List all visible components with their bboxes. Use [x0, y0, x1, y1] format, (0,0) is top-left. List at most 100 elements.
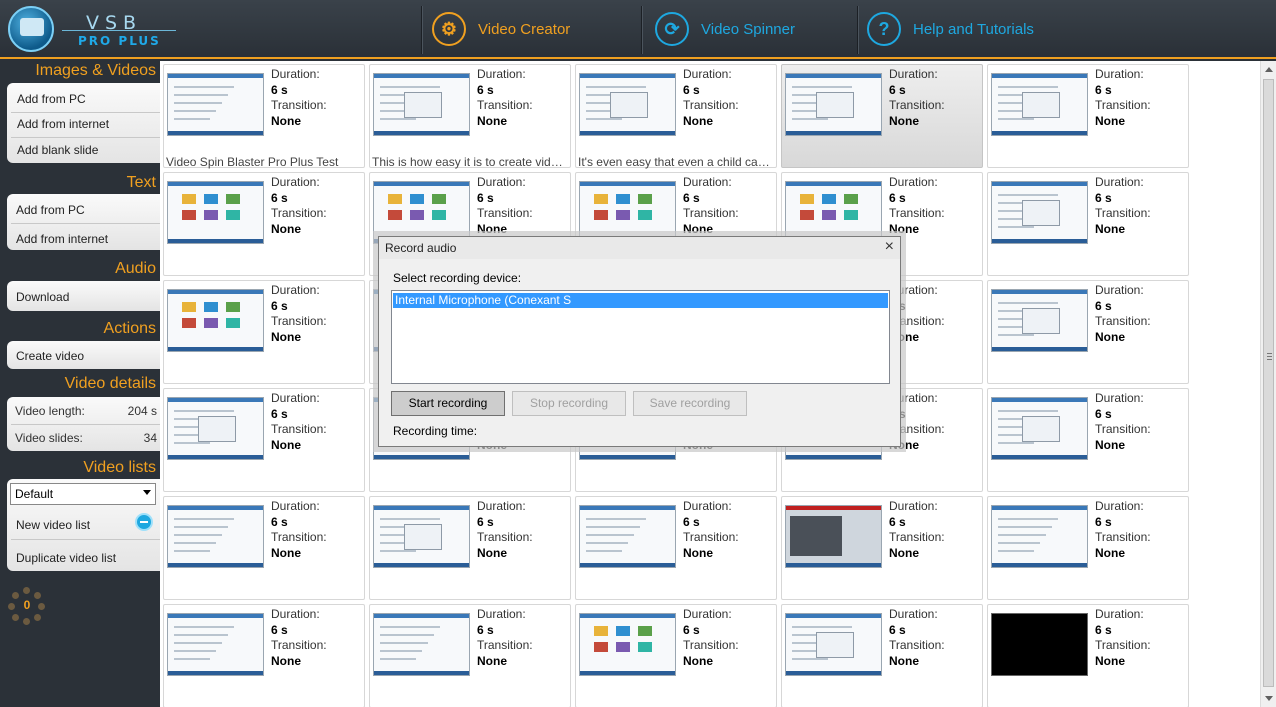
transition-label: Transition: [889, 98, 945, 112]
transition-label: Transition: [271, 638, 327, 652]
transition-label: Transition: [889, 638, 945, 652]
slide-tile[interactable]: Duration: 6 sTransition: None [987, 172, 1189, 276]
slide-thumbnail [991, 613, 1088, 676]
transition-value: None [889, 654, 919, 668]
transition-value: None [477, 222, 507, 236]
slide-thumbnail [167, 505, 264, 568]
text-add-from-pc-button[interactable]: Add from PC [16, 203, 85, 217]
record-audio-dialog: Record audio × Select recording device: … [378, 236, 901, 447]
audio-button-group: Download [7, 281, 161, 311]
section-title-text: Text [126, 174, 156, 191]
transition-value: None [477, 546, 507, 560]
video-list-select-value: Default [15, 487, 54, 501]
recording-device-item[interactable]: Internal Microphone (Conexant S [393, 293, 888, 308]
slide-tile[interactable]: Duration: 6 sTransition: None [369, 604, 571, 707]
video-slides-value: 34 [143, 431, 157, 445]
slide-thumbnail [579, 181, 676, 244]
duration-label: Duration: [271, 67, 320, 81]
slide-thumbnail [373, 73, 470, 136]
slide-tile[interactable]: Duration: 6 sTransition: None [987, 64, 1189, 168]
duration-value: 6 s [1095, 191, 1112, 205]
download-audio-button[interactable]: Download [16, 290, 69, 304]
images-add-from-pc-button[interactable]: Add from PC [17, 92, 86, 106]
duration-label: Duration: [477, 607, 526, 621]
slide-tile[interactable]: Duration: 6 s Transition: None This is how e… [369, 64, 571, 169]
nav-video-spinner[interactable]: ⟳ Video Spinner [655, 10, 795, 48]
slide-tile[interactable]: Duration: 6 sTransition: None [987, 280, 1189, 384]
grip-icon [1267, 353, 1272, 360]
slide-tile[interactable]: Duration: 6 sTransition: None [163, 172, 365, 276]
stop-recording-button[interactable]: Stop recording [512, 391, 626, 416]
slide-tile[interactable]: Duration: 6 sTransition: None [987, 604, 1189, 707]
transition-value: None [889, 546, 919, 560]
scroll-up-arrow-icon[interactable] [1265, 67, 1273, 72]
save-recording-button[interactable]: Save recording [633, 391, 747, 416]
close-icon[interactable]: × [885, 238, 894, 256]
video-slides-label: Video slides: [15, 431, 83, 445]
duration-label: Duration: [1095, 67, 1144, 81]
slide-tile[interactable]: Duration: 6 sTransition: None [987, 388, 1189, 492]
slide-thumbnail [579, 505, 676, 568]
images-button-group: Add from PC Add from internet Add blank … [7, 83, 161, 163]
transition-value: None [477, 114, 507, 128]
images-add-from-internet-button[interactable]: Add from internet [17, 117, 109, 131]
vertical-scrollbar[interactable] [1260, 61, 1276, 707]
duration-value: 6 s [271, 407, 288, 421]
transition-value: None [1095, 546, 1125, 560]
slide-thumbnail [167, 289, 264, 352]
duration-value: 6 s [271, 299, 288, 313]
slide-tile[interactable]: Duration: 6 sTransition: None [781, 604, 983, 707]
sidebar: Images & Videos Add from PC Add from int… [0, 61, 161, 707]
slide-thumbnail [373, 505, 470, 568]
duration-value: 6 s [889, 623, 906, 637]
slide-tile[interactable]: Duration: 6 sTransition: None [781, 64, 983, 168]
remove-list-icon[interactable] [135, 513, 153, 531]
slide-caption: Video Spin Blaster Pro Plus Test [166, 155, 339, 169]
transition-value: None [1095, 114, 1125, 128]
transition-label: Transition: [1095, 206, 1151, 220]
duration-label: Duration: [683, 67, 732, 81]
slide-tile[interactable]: Duration: 6 sTransition: None [369, 496, 571, 600]
section-title-images: Images & Videos [35, 62, 156, 79]
add-blank-slide-button[interactable]: Add blank slide [17, 143, 98, 157]
video-list-select[interactable]: Default [10, 483, 156, 505]
slide-tile[interactable]: Duration: 6 sTransition: None [575, 604, 777, 707]
dialog-titlebar: Record audio × [379, 237, 900, 259]
nav-separator [857, 6, 859, 54]
duration-value: 6 s [1095, 299, 1112, 313]
transition-label: Transition: [271, 422, 327, 436]
nav-help-tutorials[interactable]: ? Help and Tutorials [867, 10, 1034, 48]
duration-value: 6 s [477, 515, 494, 529]
slide-thumbnail [785, 505, 882, 568]
duplicate-video-list-button[interactable]: Duplicate video list [16, 551, 116, 565]
scroll-thumb[interactable] [1263, 79, 1274, 687]
start-recording-button[interactable]: Start recording [391, 391, 505, 416]
duration-value: 6 s [1095, 623, 1112, 637]
create-video-button[interactable]: Create video [16, 349, 84, 363]
slide-tile[interactable]: Duration: 6 sTransition: None [163, 604, 365, 707]
spinner-dot [23, 587, 30, 594]
nav-video-creator[interactable]: ⚙ Video Creator [432, 10, 570, 48]
slide-tile[interactable]: Duration: 6 sTransition: None [163, 280, 365, 384]
scroll-down-arrow-icon[interactable] [1265, 696, 1273, 701]
new-video-list-button[interactable]: New video list [16, 518, 90, 532]
text-add-from-internet-button[interactable]: Add from internet [16, 232, 108, 246]
slide-tile[interactable]: Duration: 6 sTransition: None [781, 496, 983, 600]
slide-tile[interactable]: Duration: 6 sTransition: None [163, 388, 365, 492]
slide-thumbnail [579, 73, 676, 136]
slide-tile[interactable]: Duration: 6 sTransition: None [575, 496, 777, 600]
transition-value: None [889, 114, 919, 128]
duration-value: 6 s [1095, 407, 1112, 421]
slide-tile[interactable]: Duration: 6 s Transition: None It's even eas… [575, 64, 777, 169]
transition-label: Transition: [477, 638, 533, 652]
duration-label: Duration: [1095, 175, 1144, 189]
transition-label: Transition: [683, 638, 739, 652]
slide-tile[interactable]: Duration: 6 sTransition: None [163, 496, 365, 600]
slide-thumbnail [167, 181, 264, 244]
transition-value: None [1095, 222, 1125, 236]
slide-tile[interactable]: Duration: 6 s Transition: None Video Spin Bl… [163, 64, 365, 169]
duration-label: Duration: [1095, 391, 1144, 405]
transition-label: Transition: [477, 206, 533, 220]
slide-tile[interactable]: Duration: 6 sTransition: None [987, 496, 1189, 600]
recording-device-list[interactable]: Internal Microphone (Conexant S [391, 290, 890, 384]
